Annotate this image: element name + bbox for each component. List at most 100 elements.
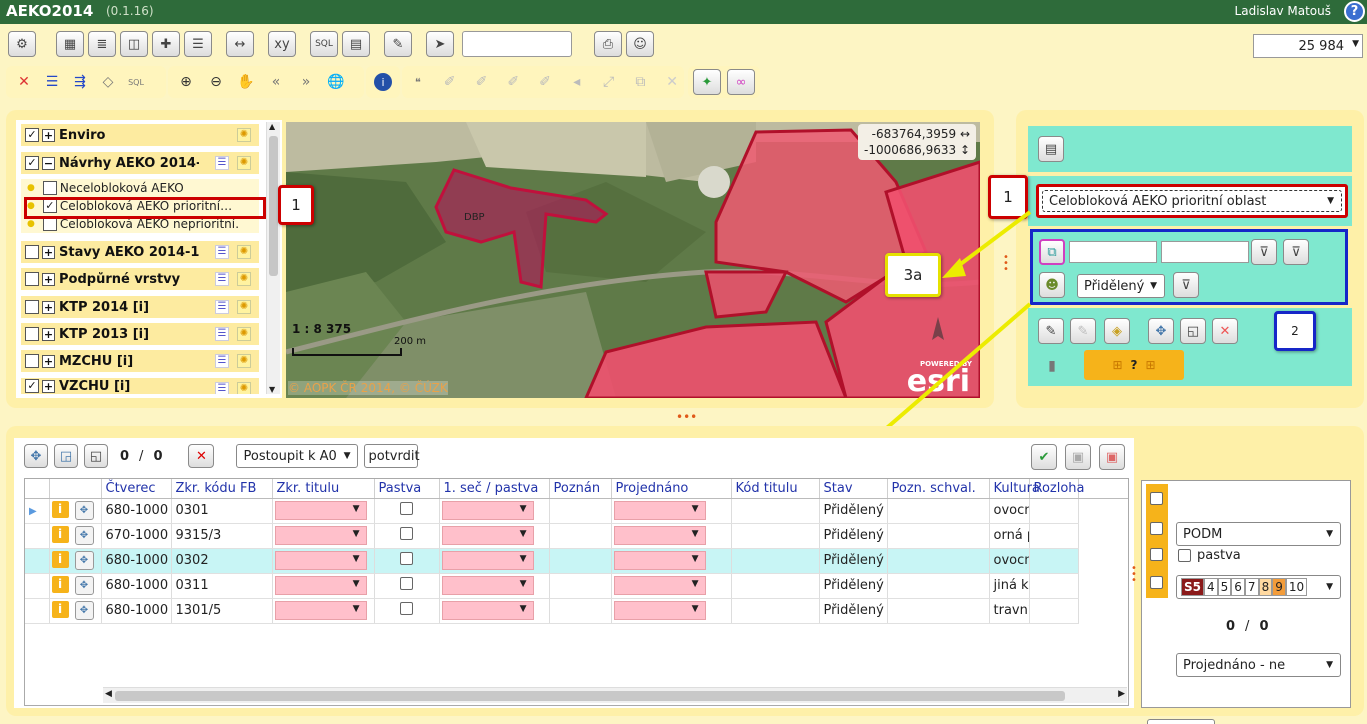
cell-dropdown[interactable] [441,551,534,570]
row-info-icon[interactable]: i [51,550,69,568]
indent-icon[interactable]: ⇶ [68,70,92,94]
row-zoom-icon[interactable]: ✥ [74,551,94,571]
cell-dropdown[interactable] [274,576,367,595]
layer-checkbox[interactable] [25,354,39,368]
help-icon[interactable]: ? [1344,1,1365,22]
cell-kod-titulu[interactable] [731,598,820,624]
table-icon[interactable]: ▤ [342,31,370,57]
row-info-icon[interactable]: i [51,600,69,618]
column-header[interactable]: Kultura [989,479,1040,499]
layer-settings-icon[interactable]: ✺ [237,300,251,314]
filter-input-1[interactable] [1069,241,1157,263]
globe-icon[interactable]: 🌐 [324,70,348,94]
locate-icon[interactable]: ➤ [426,31,454,57]
eraser-icon[interactable]: ◇ [96,70,120,94]
layer-settings-icon[interactable]: ✺ [237,382,251,394]
save-icon[interactable]: ▣ [1065,444,1091,470]
layers-icon[interactable]: ◫ [120,31,148,57]
column-header[interactable]: Projednáno [611,479,732,499]
row-zoom-icon[interactable]: ✥ [74,501,94,521]
status-select[interactable]: Přidělený ▼ [1077,274,1165,298]
cell-kod-titulu[interactable] [731,548,820,574]
delete-icon[interactable]: ✕ [660,70,684,94]
draw-line-icon[interactable]: ✐ [470,70,494,94]
column-header[interactable]: Pozn. schval. [887,479,990,499]
user-icon[interactable]: ☻ [1039,272,1065,298]
column-header[interactable]: Kód titulu [731,479,820,499]
action-select[interactable]: Postoupit k A0 ▼ [236,444,359,468]
layer-settings-icon[interactable]: ✺ [237,245,251,259]
list-icon[interactable]: ☰ [184,31,212,57]
pan-hand-icon[interactable]: ✋ [234,70,258,94]
edit-icon[interactable]: ✎ [384,31,412,57]
save-cancel-icon[interactable]: ▣ [1099,444,1125,470]
expand-toggle-icon[interactable]: + [42,300,55,314]
layer-checkbox[interactable]: ✓ [25,156,39,170]
undo-icon[interactable]: ◂ [565,70,589,94]
layer-checkbox[interactable]: ✓ [25,379,39,393]
cell-kod-titulu[interactable] [731,573,820,599]
layer-menu-icon[interactable]: ☰ [215,272,229,286]
theme-icon[interactable]: ☺ [626,31,654,57]
vertex-icon[interactable]: ◈ [1104,318,1130,344]
cell-dropdown[interactable] [613,526,706,545]
layer-checkbox[interactable] [25,245,39,259]
cell-pozn-schval[interactable] [887,598,990,624]
layer-checkbox[interactable] [25,272,39,286]
expand-toggle-icon[interactable]: + [42,128,55,142]
layer-checkbox[interactable]: ✓ [25,128,39,142]
cell-kod-titulu[interactable] [731,523,820,549]
cell-dropdown[interactable] [441,526,534,545]
cell-pozn-schval[interactable] [887,548,990,574]
filter-clear-icon[interactable]: ⊽ [1283,239,1309,265]
cell-dropdown[interactable] [274,501,367,520]
report-icon[interactable]: ▤ [1038,136,1064,162]
search-input[interactable] [462,31,572,57]
layer-settings-icon[interactable]: ✺ [237,272,251,286]
row-info-icon[interactable]: i [51,500,69,518]
layer-menu-icon[interactable]: ☰ [215,354,229,368]
xy-icon[interactable]: xy [268,31,296,57]
column-header[interactable]: Stav [819,479,888,499]
list-lines-icon[interactable]: ☰ [40,70,64,94]
grid-hscrollbar[interactable]: ◀ ▶ [103,687,1127,703]
cell-dropdown[interactable] [441,501,534,520]
filter-podm-checkbox[interactable] [1150,492,1163,505]
check-icon[interactable]: ✔ [1031,444,1057,470]
select-filter-icon[interactable]: ⧉ [1039,239,1065,265]
pastva-checkbox[interactable] [400,602,413,615]
column-header[interactable]: Zkr. titulu [272,479,375,499]
pastva-checkbox[interactable] [400,552,413,565]
sublayer-checkbox[interactable] [42,217,57,231]
sql-icon[interactable]: SQL [310,31,338,57]
layer-settings-icon[interactable]: ✺ [237,327,251,341]
row-info-icon[interactable]: i [51,575,69,593]
layer-scrollbar[interactable]: ▲ ▼ [266,122,280,394]
filter-pastva-checkbox[interactable] [1150,548,1163,561]
splitter-handle-grid[interactable]: • • • [1131,564,1137,586]
row-info-icon[interactable]: i [51,525,69,543]
clear-selection-icon[interactable]: ✕ [188,444,215,468]
cell-dropdown[interactable] [613,601,706,620]
draw-shape-icon[interactable]: ✐ [533,70,557,94]
draw-polygon-icon[interactable]: ✐ [501,70,525,94]
cell-dropdown[interactable] [613,576,706,595]
table-row[interactable]: i✥670-10009315/3Přidělenýorná půda [25,523,1128,549]
column-header[interactable]: Zkr. kódu FB [171,479,273,499]
cell-poznamka[interactable] [549,498,612,524]
cell-pozn-schval[interactable] [887,498,990,524]
user-name[interactable]: Ladislav Matouš [1235,4,1331,18]
cell-poznamka[interactable] [549,598,612,624]
layer-checkbox[interactable] [25,300,39,314]
layer-item[interactable]: + Podpůrné vrstvy ☰ ✺ [21,268,259,290]
delete-feature-icon[interactable]: ✕ [1212,318,1238,344]
layer-item[interactable]: ✓ − Návrhy AEKO 2014-: ☰ ✺ [21,152,259,174]
zoom-out-icon[interactable]: ⊖ [204,70,228,94]
expand-toggle-icon[interactable]: + [42,327,55,341]
podm-select[interactable]: PODM ▼ [1176,522,1341,546]
cell-pozn-schval[interactable] [887,573,990,599]
filter-projednano-checkbox[interactable] [1150,576,1163,589]
filter-nums-checkbox[interactable] [1150,522,1163,535]
column-header[interactable]: Čtverec [101,479,172,499]
settings-icon[interactable]: ⚙ [8,31,36,57]
